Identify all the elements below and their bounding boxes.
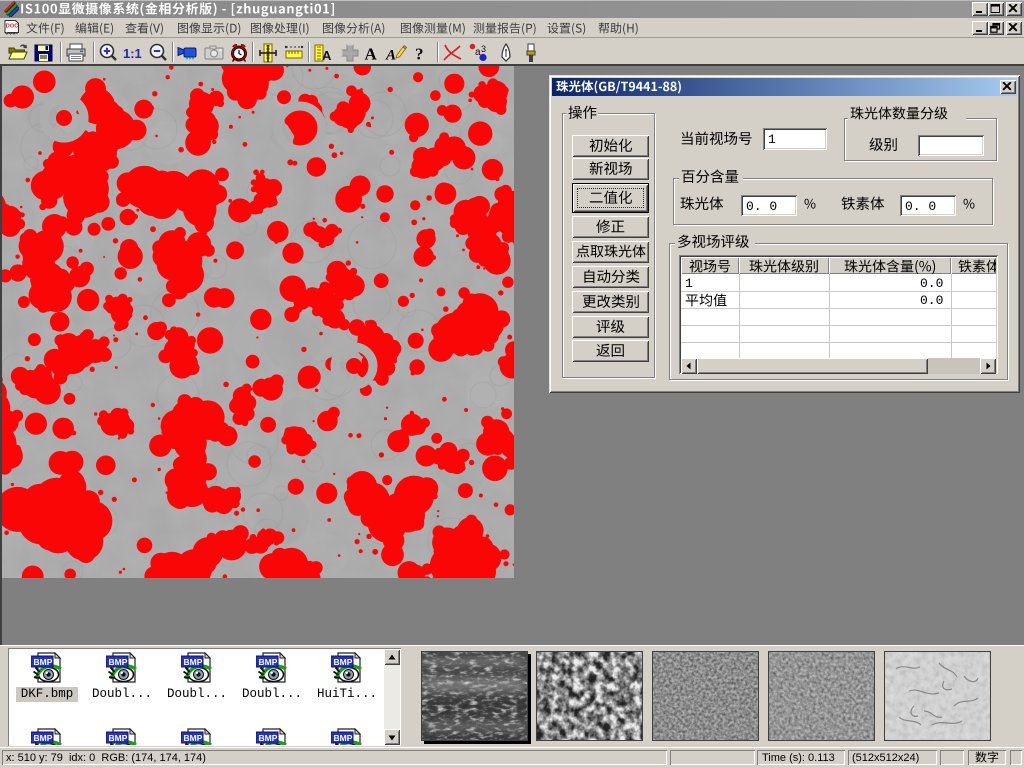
svg-text:A: A (322, 48, 332, 63)
svg-text:BMP: BMP (109, 657, 128, 667)
svg-text:DOC: DOC (6, 24, 18, 30)
svg-text:3: 3 (481, 44, 486, 54)
svg-text:BMP: BMP (109, 733, 128, 743)
svg-text:BMP: BMP (334, 657, 353, 667)
svg-text:BMP: BMP (34, 657, 53, 667)
svg-text:?: ? (415, 45, 424, 64)
svg-text:1:1: 1:1 (123, 46, 142, 61)
svg-text:BMP: BMP (259, 733, 278, 743)
svg-text:BMP: BMP (334, 733, 353, 743)
svg-text:A: A (385, 48, 396, 64)
svg-text:BMP: BMP (184, 733, 203, 743)
svg-text:A: A (365, 45, 378, 64)
svg-text:BMP: BMP (259, 657, 278, 667)
svg-text:BMP: BMP (34, 733, 53, 743)
svg-text:BMP: BMP (184, 657, 203, 667)
